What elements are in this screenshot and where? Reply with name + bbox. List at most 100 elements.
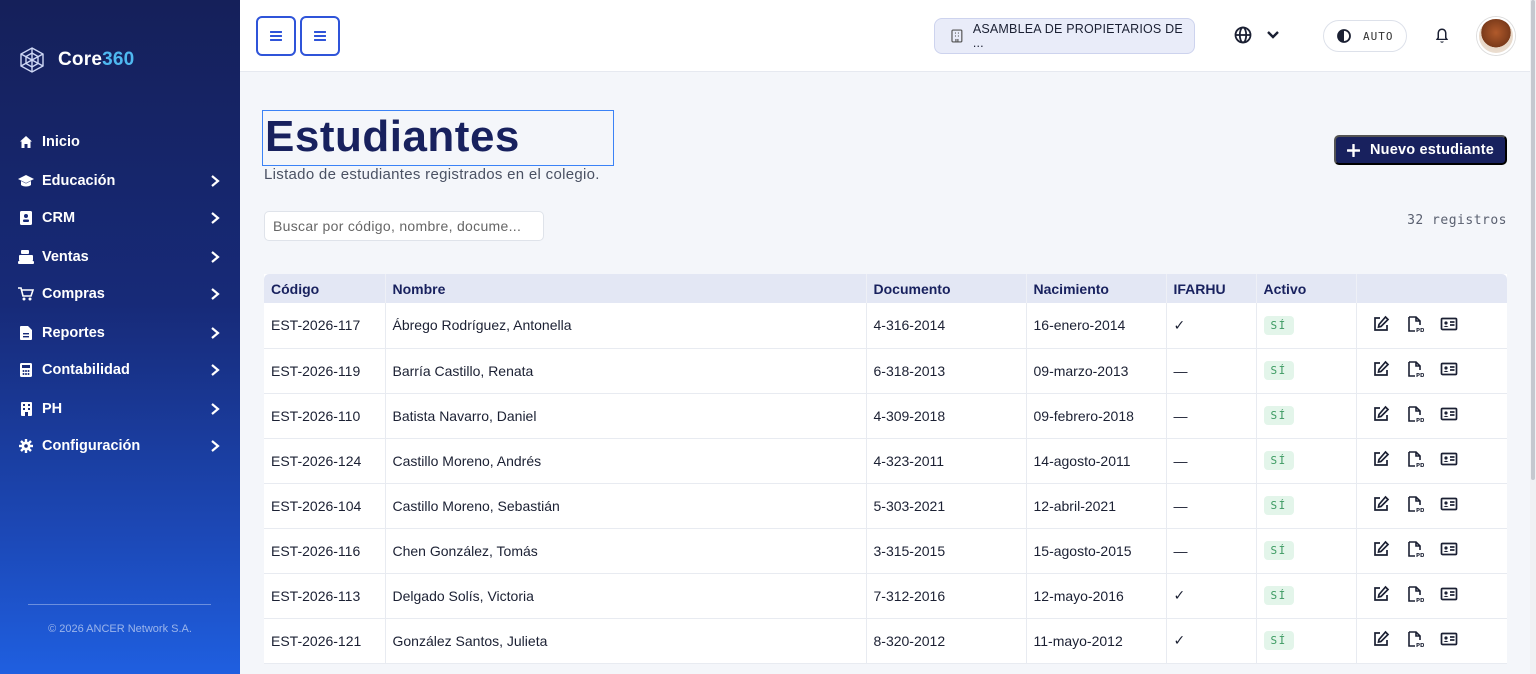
sidebar-item-label: Ventas [42, 249, 89, 265]
edit-icon[interactable] [1372, 630, 1390, 651]
cell-nombre: González Santos, Julieta [385, 618, 867, 664]
sidebar-item-ph[interactable]: PH [0, 390, 240, 428]
menu-button[interactable] [300, 16, 340, 56]
page-scrollbar[interactable] [1530, 0, 1536, 674]
bell-icon[interactable] [1433, 27, 1451, 45]
cell-nombre: Castillo Moreno, Sebastián [385, 483, 867, 529]
id-card-icon[interactable] [1440, 540, 1458, 561]
cell-ifarhu: — [1166, 348, 1257, 394]
sidebar-item-inicio[interactable]: Inicio [0, 123, 240, 161]
table-row[interactable]: EST-2026-104 Castillo Moreno, Sebastián 5-… [264, 483, 1507, 529]
language-selector[interactable] [1234, 26, 1280, 44]
cell-codigo: EST-2026-116 [264, 528, 386, 574]
sidebar-item-educacion[interactable]: Educación [0, 162, 240, 200]
cell-documento: 8-320-2012 [866, 618, 1027, 664]
table-row[interactable]: EST-2026-119 Barría Castillo, Renata 6-318… [264, 348, 1507, 394]
pdf-file-icon[interactable]: PDF [1406, 405, 1428, 426]
sidebar-divider [28, 604, 211, 605]
table-row[interactable]: EST-2026-110 Batista Navarro, Daniel 4-309… [264, 393, 1507, 439]
column-header-actions [1356, 274, 1507, 303]
pdf-file-icon[interactable]: PDF [1406, 450, 1428, 471]
chevron-down-icon [1267, 31, 1279, 39]
edit-icon[interactable] [1372, 360, 1390, 381]
cell-ifarhu: ✓ [1166, 618, 1257, 664]
cell-actions: PDF [1356, 618, 1507, 664]
cell-activo: SÍ [1256, 528, 1357, 574]
pdf-file-icon[interactable]: PDF [1406, 495, 1428, 516]
sidebar-item-label: Contabilidad [42, 362, 130, 378]
id-card-icon[interactable] [1440, 315, 1458, 336]
theme-toggle[interactable]: AUTO [1323, 20, 1407, 52]
id-card-icon[interactable] [1440, 585, 1458, 606]
column-header-codigo[interactable]: Código [264, 274, 386, 303]
students-table: Código Nombre Documento Nacimiento IFARH… [264, 274, 1507, 664]
cell-codigo: EST-2026-124 [264, 438, 386, 484]
table-row[interactable]: EST-2026-113 Delgado Solís, Victoria 7-312… [264, 573, 1507, 619]
user-avatar[interactable] [1477, 17, 1515, 55]
cell-actions: PDF [1356, 393, 1507, 439]
cell-nombre: Barría Castillo, Renata [385, 348, 867, 394]
column-header-nacimiento[interactable]: Nacimiento [1026, 274, 1167, 303]
svg-text:PDF: PDF [1416, 373, 1424, 378]
column-header-activo[interactable]: Activo [1256, 274, 1357, 303]
status-badge: SÍ [1263, 451, 1294, 470]
column-header-ifarhu[interactable]: IFARHU [1166, 274, 1257, 303]
cell-documento: 4-309-2018 [866, 393, 1027, 439]
organization-name: ASAMBLEA DE PROPIETARIOS DE ... [972, 22, 1183, 50]
sidebar-item-label: Reportes [42, 325, 105, 341]
table-row[interactable]: EST-2026-117 Ábrego Rodríguez, Antonella 4… [264, 303, 1507, 349]
edit-icon[interactable] [1372, 495, 1390, 516]
brand[interactable]: Core360 [18, 46, 134, 74]
edit-icon[interactable] [1372, 450, 1390, 471]
edit-icon[interactable] [1372, 540, 1390, 561]
id-card-icon[interactable] [1440, 495, 1458, 516]
new-student-label: Nuevo estudiante [1369, 142, 1495, 158]
svg-text:PDF: PDF [1416, 553, 1424, 558]
pdf-file-icon[interactable]: PDF [1406, 360, 1428, 381]
cell-nacimiento: 14-agosto-2011 [1026, 438, 1167, 484]
cell-activo: SÍ [1256, 618, 1357, 664]
scrollbar-thumb[interactable] [1531, 0, 1535, 480]
id-card-icon[interactable] [1440, 360, 1458, 381]
sidebar-item-compras[interactable]: Compras [0, 275, 240, 313]
pdf-file-icon[interactable]: PDF [1406, 630, 1428, 651]
svg-text:PDF: PDF [1416, 643, 1424, 648]
sidebar-item-label: Educación [42, 173, 116, 189]
sidebar-item-contabilidad[interactable]: Contabilidad [0, 351, 240, 389]
menu-icon [270, 31, 282, 41]
cell-ifarhu: ✓ [1166, 303, 1257, 349]
toggle-sidebar-button[interactable] [256, 16, 296, 56]
cell-activo: SÍ [1256, 303, 1357, 349]
sidebar-item-ventas[interactable]: Ventas [0, 238, 240, 276]
sidebar-item-configuracion[interactable]: Configuración [0, 427, 240, 465]
sidebar-item-reportes[interactable]: Reportes [0, 314, 240, 352]
search-input[interactable] [264, 211, 544, 241]
table-header-row: Código Nombre Documento Nacimiento IFARH… [264, 274, 1507, 303]
id-card-icon[interactable] [1440, 630, 1458, 651]
pdf-file-icon[interactable]: PDF [1406, 585, 1428, 606]
record-count: 32 registros [1407, 213, 1507, 228]
pdf-file-icon[interactable]: PDF [1406, 315, 1428, 336]
chevron-right-icon [211, 175, 220, 187]
pdf-file-icon[interactable]: PDF [1406, 540, 1428, 561]
new-student-button[interactable]: Nuevo estudiante [1334, 135, 1507, 165]
edit-icon[interactable] [1372, 585, 1390, 606]
column-header-documento[interactable]: Documento [866, 274, 1027, 303]
id-card-icon[interactable] [1440, 405, 1458, 426]
chevron-right-icon [211, 288, 220, 300]
status-badge: SÍ [1263, 586, 1294, 605]
table-row[interactable]: EST-2026-124 Castillo Moreno, Andrés 4-323… [264, 438, 1507, 484]
cell-activo: SÍ [1256, 438, 1357, 484]
cell-nombre: Castillo Moreno, Andrés [385, 438, 867, 484]
cell-activo: SÍ [1256, 348, 1357, 394]
organization-selector[interactable]: ASAMBLEA DE PROPIETARIOS DE ... [934, 18, 1195, 54]
sidebar-item-crm[interactable]: CRM [0, 199, 240, 237]
edit-icon[interactable] [1372, 315, 1390, 336]
table-row[interactable]: EST-2026-116 Chen González, Tomás 3-315-20… [264, 528, 1507, 574]
edit-icon[interactable] [1372, 405, 1390, 426]
column-header-nombre[interactable]: Nombre [385, 274, 867, 303]
page-title: Estudiantes [265, 112, 520, 161]
table-row[interactable]: EST-2026-121 González Santos, Julieta 8-32… [264, 618, 1507, 664]
id-card-icon[interactable] [1440, 450, 1458, 471]
svg-text:PDF: PDF [1416, 463, 1424, 468]
